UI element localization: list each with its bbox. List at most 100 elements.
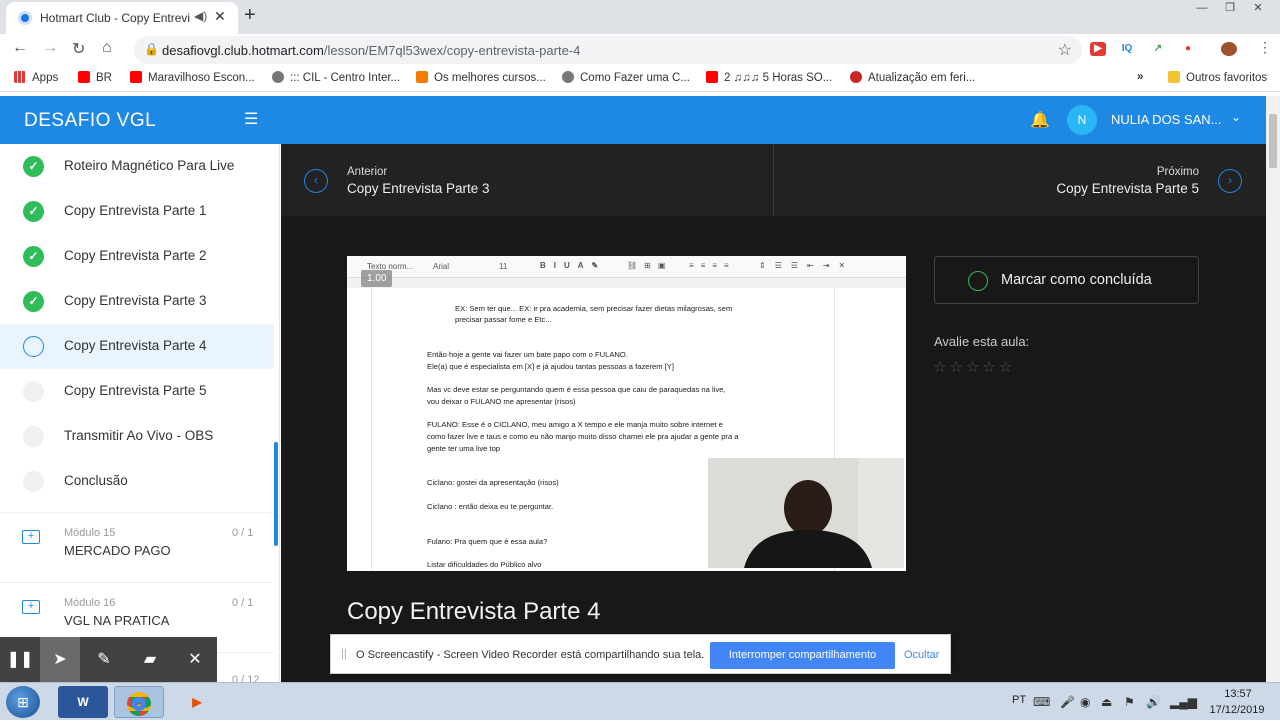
flag-icon[interactable]: ⚑	[1124, 695, 1135, 709]
lesson-item[interactable]: Transmitir Ao Vivo - OBS	[0, 414, 274, 459]
brand-title[interactable]: DESAFIO VGL	[24, 110, 156, 132]
video-player[interactable]: Texto norm... Arial 11 BIUA✎ ⛓⊞▣ ≡≡≡≡ ⇕☰…	[347, 256, 906, 571]
close-icon[interactable]: ✕	[175, 637, 215, 683]
back-icon[interactable]: ←	[12, 39, 28, 57]
user-name[interactable]: NULIA DOS SAN...	[1111, 112, 1222, 127]
iq-extension-icon[interactable]: IQ	[1119, 42, 1135, 56]
hamburger-menu-icon[interactable]: ☰	[244, 109, 258, 129]
bookmark-br[interactable]: BR	[78, 71, 112, 84]
cursor-icon[interactable]: ➤	[40, 637, 80, 683]
module-item[interactable]: + Módulo 15 0 / 1 MERCADO PAGO	[0, 512, 274, 582]
drag-handle-icon[interactable]: ||	[341, 648, 347, 660]
star-icon[interactable]: ☆	[982, 359, 998, 376]
chart-extension-icon[interactable]: ↗	[1150, 42, 1166, 56]
rating-stars[interactable]: ☆☆☆☆☆	[933, 358, 1015, 376]
reload-icon[interactable]: ↻	[72, 39, 85, 59]
lesson-label: Conclusão	[64, 473, 128, 488]
screencastify-extension-icon[interactable]: ●	[1180, 42, 1196, 56]
media-player-taskbar-icon[interactable]: ▶	[172, 686, 222, 718]
page-scrollbar[interactable]	[1266, 96, 1280, 682]
scrollbar-thumb[interactable]	[1269, 114, 1277, 168]
bookmark-cil[interactable]: ::: CIL - Centro Inter...	[272, 71, 400, 84]
windows-start-icon[interactable]: ⊞	[6, 686, 40, 718]
profile-avatar-icon[interactable]	[1221, 42, 1237, 56]
bookmark-outros-favoritos[interactable]: Outros favoritos	[1168, 71, 1267, 84]
close-tab-icon[interactable]: ✕	[214, 8, 226, 25]
doc-toolbar: Texto norm... Arial 11 BIUA✎ ⛓⊞▣ ≡≡≡≡ ⇕☰…	[347, 256, 906, 278]
forward-icon[interactable]: →	[42, 39, 58, 57]
browser-tab[interactable]: Hotmart Club - Copy Entrevi ◀) ✕	[6, 2, 238, 34]
keyboard-icon[interactable]: ⌨	[1033, 695, 1050, 709]
user-avatar[interactable]: N	[1067, 105, 1097, 135]
globe-icon	[562, 71, 574, 83]
lesson-item[interactable]: ✓ Copy Entrevista Parte 2	[0, 234, 274, 279]
word-taskbar-icon[interactable]: W	[58, 686, 108, 718]
bookmark-horas[interactable]: 2 ♫♫♫ 5 Horas SO...	[706, 71, 832, 84]
close-window-button[interactable]: ✕	[1244, 0, 1272, 16]
lesson-label: Copy Entrevista Parte 5	[64, 383, 207, 398]
clock-time[interactable]: 13:57	[1208, 688, 1268, 700]
minimize-button[interactable]: —	[1188, 0, 1216, 16]
next-lesson-link[interactable]: Copy Entrevista Parte 5	[1056, 181, 1199, 196]
lesson-item[interactable]: Conclusão	[0, 459, 274, 504]
lesson-item[interactable]: ✓ Copy Entrevista Parte 1	[0, 189, 274, 234]
lesson-item[interactable]: ✓ Roteiro Magnético Para Live	[0, 144, 274, 189]
tab-strip: Hotmart Club - Copy Entrevi ◀) ✕ + — ❐ ✕	[0, 0, 1280, 34]
check-icon: ✓	[23, 291, 44, 312]
usb-icon[interactable]: ⏏	[1101, 695, 1112, 709]
bookmark-maravilhoso[interactable]: Maravilhoso Escon...	[130, 71, 255, 84]
lesson-label: Copy Entrevista Parte 3	[64, 293, 207, 308]
star-icon[interactable]: ☆	[999, 359, 1015, 376]
chevron-right-icon[interactable]: ›	[1218, 169, 1242, 193]
clock-date[interactable]: 17/12/2019	[1202, 704, 1272, 716]
network-icon[interactable]: ▂▄▆	[1170, 695, 1197, 709]
bookmark-cursos[interactable]: Os melhores cursos...	[416, 71, 546, 84]
hide-button[interactable]: Ocultar	[904, 649, 939, 661]
language-indicator[interactable]: PT	[1012, 694, 1026, 706]
taskbar: ⊞ W ▶ PT ⌨ 🎤 ◉ ⏏ ⚑ 🔊 ▂▄▆ 13:57 17/12/201…	[0, 682, 1280, 720]
folder-plus-icon: +	[22, 600, 40, 614]
presenter-image	[708, 458, 904, 568]
new-tab-button[interactable]: +	[244, 4, 256, 27]
bookmark-apps[interactable]: Apps	[14, 71, 58, 84]
pause-icon[interactable]: ❚❚	[0, 637, 40, 683]
share-message: O Screencastify - Screen Video Recorder …	[356, 649, 705, 661]
chrome-tray-icon[interactable]: ◉	[1080, 695, 1090, 709]
lock-icon: 🔒	[144, 42, 159, 56]
stop-sharing-button[interactable]: Interromper compartilhamento	[710, 642, 895, 669]
align-icons: ≡≡≡≡	[689, 261, 736, 270]
microphone-icon[interactable]: 🎤	[1060, 695, 1075, 709]
youtube-extension-icon[interactable]: ▶	[1090, 42, 1106, 56]
mark-complete-button[interactable]: Marcar como concluída	[934, 256, 1199, 304]
star-icon[interactable]: ☆	[933, 359, 949, 376]
bookmark-star-icon[interactable]: ☆	[1058, 40, 1072, 60]
lesson-item[interactable]: Copy Entrevista Parte 5	[0, 369, 274, 414]
playback-speed-badge[interactable]: 1.00	[361, 270, 393, 287]
lesson-item[interactable]: ✓ Copy Entrevista Parte 3	[0, 279, 274, 324]
bookmark-como-fazer[interactable]: Como Fazer uma C...	[562, 71, 690, 84]
bookmark-label: Outros favoritos	[1186, 72, 1268, 84]
home-icon[interactable]: ⌂	[102, 39, 112, 57]
lesson-item-current[interactable]: Copy Entrevista Parte 4	[0, 324, 274, 369]
sidebar-scrollbar[interactable]	[274, 442, 278, 546]
hotmart-favicon-icon	[18, 11, 32, 25]
bookmark-atualizacao[interactable]: Atualização em feri...	[850, 71, 975, 84]
notification-bell-icon[interactable]: 🔔	[1030, 110, 1050, 130]
star-icon[interactable]: ☆	[949, 359, 965, 376]
star-icon[interactable]: ☆	[966, 359, 982, 376]
site-icon	[850, 71, 862, 83]
address-bar[interactable]: 🔒 desafiovgl.club.hotmart.com/lesson/EM7…	[134, 36, 1082, 64]
chrome-menu-icon[interactable]: ⋮	[1258, 39, 1272, 56]
chevron-down-icon[interactable]: ⌄	[1231, 110, 1241, 124]
volume-icon[interactable]: 🔊	[1146, 695, 1161, 709]
doc-line: vou deixar o FULANO me apresentar (risos…	[427, 397, 576, 406]
chevron-left-icon[interactable]: ‹	[304, 169, 328, 193]
restore-button[interactable]: ❐	[1216, 0, 1244, 16]
pen-icon[interactable]: ✎	[84, 637, 124, 683]
eraser-icon[interactable]: ▰	[130, 637, 170, 683]
bookmarks-overflow-button[interactable]: »	[1137, 71, 1143, 83]
prev-lesson-link[interactable]: Copy Entrevista Parte 3	[347, 181, 490, 196]
chrome-taskbar-icon[interactable]	[114, 686, 164, 718]
speaker-icon[interactable]: ◀)	[194, 9, 207, 23]
pending-circle-icon	[23, 471, 44, 492]
